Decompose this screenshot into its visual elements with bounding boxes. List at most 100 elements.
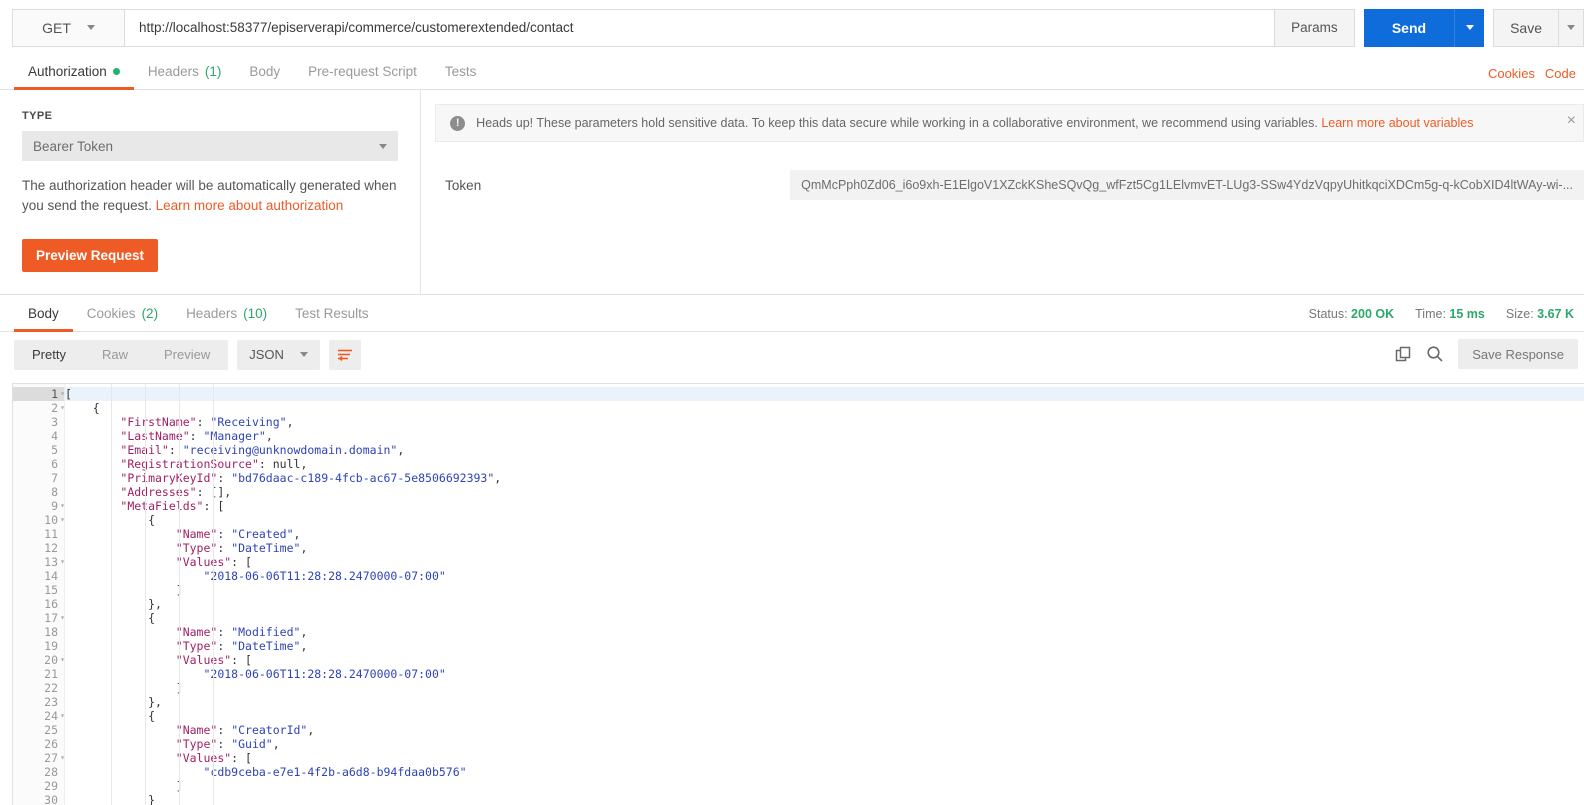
code-line: "Type": "DateTime", (175, 541, 308, 555)
response-format-select[interactable]: JSON (237, 339, 320, 370)
code-line: { (65, 513, 156, 527)
response-body-viewer[interactable]: 1 ▾ 2 ▾ 3 4 5 6 7 8 9 ▾ 10 ▾ 11 12 13 ▾ 14 15 16 17 ▾ 18 19 20 ▾ 21… (12, 383, 1584, 805)
auth-type-value: Bearer Token (33, 138, 114, 154)
code-line: "Name": "CreatorId", (175, 723, 315, 737)
params-button[interactable]: Params (1274, 8, 1355, 47)
chevron-down-icon (299, 352, 308, 357)
indent-guide (179, 384, 180, 805)
fold-toggle-icon[interactable]: ▾ (56, 555, 65, 569)
close-icon[interactable]: × (1567, 113, 1576, 129)
line-number: 5 (51, 443, 58, 457)
tab-label: Pre-request Script (308, 64, 417, 79)
line-number: 25 (44, 723, 58, 737)
code-line: "Type": "Guid", (175, 737, 280, 751)
url-input[interactable]: http://localhost:58377/episerverapi/comm… (124, 8, 1275, 47)
code-line: } (65, 793, 156, 805)
code-line: ] (65, 583, 183, 597)
time-value: 15 ms (1449, 307, 1485, 321)
http-method-selector[interactable]: GET (12, 8, 124, 47)
word-wrap-toggle[interactable] (328, 339, 361, 370)
response-toolbar: Pretty Raw Preview JSON Save Response (0, 332, 1584, 377)
learn-more-authorization-link[interactable]: Learn more about authorization (156, 198, 344, 213)
tab-pre-request-script[interactable]: Pre-request Script (294, 64, 431, 89)
fold-toggle-icon[interactable]: ▾ (56, 499, 65, 513)
code-line: "Email": "receiving@unknowdomain.domain"… (120, 443, 405, 457)
line-number: 15 (44, 583, 58, 597)
response-tab-test-results[interactable]: Test Results (281, 306, 383, 331)
fold-toggle-icon[interactable]: ▾ (56, 709, 65, 723)
preview-request-button[interactable]: Preview Request (22, 238, 159, 272)
code-line: { (65, 709, 156, 723)
line-number: 27 ▾ (44, 751, 65, 765)
line-number: 28 (44, 765, 58, 779)
copy-button[interactable] (1395, 346, 1412, 363)
tab-body[interactable]: Body (235, 64, 294, 89)
response-tab-body[interactable]: Body (14, 306, 73, 332)
indent-guide (111, 384, 112, 805)
tab-headers[interactable]: Headers (1) (134, 64, 236, 89)
request-bar: GET http://localhost:58377/episerverapi/… (0, 0, 1584, 55)
view-preview-button[interactable]: Preview (146, 340, 228, 370)
send-button[interactable]: Send (1363, 8, 1455, 47)
indent-guide (213, 384, 214, 805)
code-line: "Values": [ (175, 555, 252, 569)
view-pretty-button[interactable]: Pretty (14, 340, 84, 370)
token-input[interactable]: QmMcPph0Zd06_i6o9xh-E1ElgoV1XZckKSheSQvQ… (790, 170, 1584, 200)
time-label: Time: (1415, 307, 1446, 321)
line-number: 11 (44, 527, 58, 541)
response-tab-headers[interactable]: Headers (10) (172, 306, 281, 331)
size-label: Size: (1505, 307, 1534, 321)
learn-more-variables-link[interactable]: Learn more about variables (1321, 116, 1473, 130)
view-raw-button[interactable]: Raw (84, 340, 146, 370)
tab-count: (2) (141, 306, 159, 321)
tab-label: Test Results (295, 306, 369, 321)
save-button[interactable]: Save (1493, 8, 1558, 47)
tab-count: (1) (204, 64, 222, 79)
chevron-down-icon (1465, 25, 1474, 30)
tab-label: Cookies (86, 306, 136, 321)
tab-authorization[interactable]: Authorization (14, 64, 134, 90)
tab-tests[interactable]: Tests (431, 64, 491, 89)
code-link[interactable]: Code (1545, 66, 1576, 81)
code-line: "Values": [ (175, 653, 252, 667)
response-tab-cookies[interactable]: Cookies (2) (73, 306, 172, 331)
code-line: "Addresses": [], (120, 485, 232, 499)
http-method-label: GET (42, 19, 71, 36)
line-number: 26 (44, 737, 58, 751)
save-response-button[interactable]: Save Response (1458, 339, 1578, 369)
fold-toggle-icon[interactable]: ▾ (56, 387, 65, 401)
auth-left-column: TYPE Bearer Token The authorization head… (0, 90, 422, 294)
line-number: 18 (44, 625, 58, 639)
code-line: "MetaFields": [ (120, 499, 225, 513)
code-content[interactable]: [ { "FirstName": "Receiving", "LastName"… (65, 384, 1584, 805)
active-indicator-dot-icon (112, 68, 120, 75)
send-options-button[interactable] (1454, 8, 1485, 47)
authorization-panel: TYPE Bearer Token The authorization head… (0, 90, 1584, 295)
search-button[interactable] (1426, 345, 1444, 363)
cookies-link[interactable]: Cookies (1488, 66, 1535, 81)
line-number: 13 ▾ (44, 555, 65, 569)
copy-icon (1395, 346, 1411, 361)
size-value: 3.67 K (1537, 307, 1574, 321)
code-line: { (65, 401, 100, 415)
fold-toggle-icon[interactable]: ▾ (56, 751, 65, 765)
time-meta: Time: 15 ms (1415, 307, 1485, 321)
auth-type-select[interactable]: Bearer Token (22, 131, 399, 161)
save-options-button[interactable] (1558, 8, 1584, 47)
fold-toggle-icon[interactable]: ▾ (56, 513, 65, 527)
code-line: ] (65, 681, 183, 695)
line-number: 6 (51, 457, 58, 471)
auth-right-column: ! Heads up! These parameters hold sensit… (421, 90, 1584, 294)
tab-count: (10) (243, 306, 268, 321)
fold-toggle-icon[interactable]: ▾ (56, 653, 65, 667)
fold-toggle-icon[interactable]: ▾ (56, 401, 65, 415)
code-line: "Values": [ (175, 751, 252, 765)
tab-label: Body (249, 64, 281, 79)
response-toolbar-right: Save Response (1395, 339, 1578, 369)
line-number: 22 (44, 681, 58, 695)
line-number: 3 (51, 415, 58, 429)
fold-toggle-icon[interactable]: ▾ (56, 611, 65, 625)
line-number: 16 (44, 597, 58, 611)
chevron-down-icon (86, 25, 95, 30)
tab-label: Tests (444, 64, 477, 79)
